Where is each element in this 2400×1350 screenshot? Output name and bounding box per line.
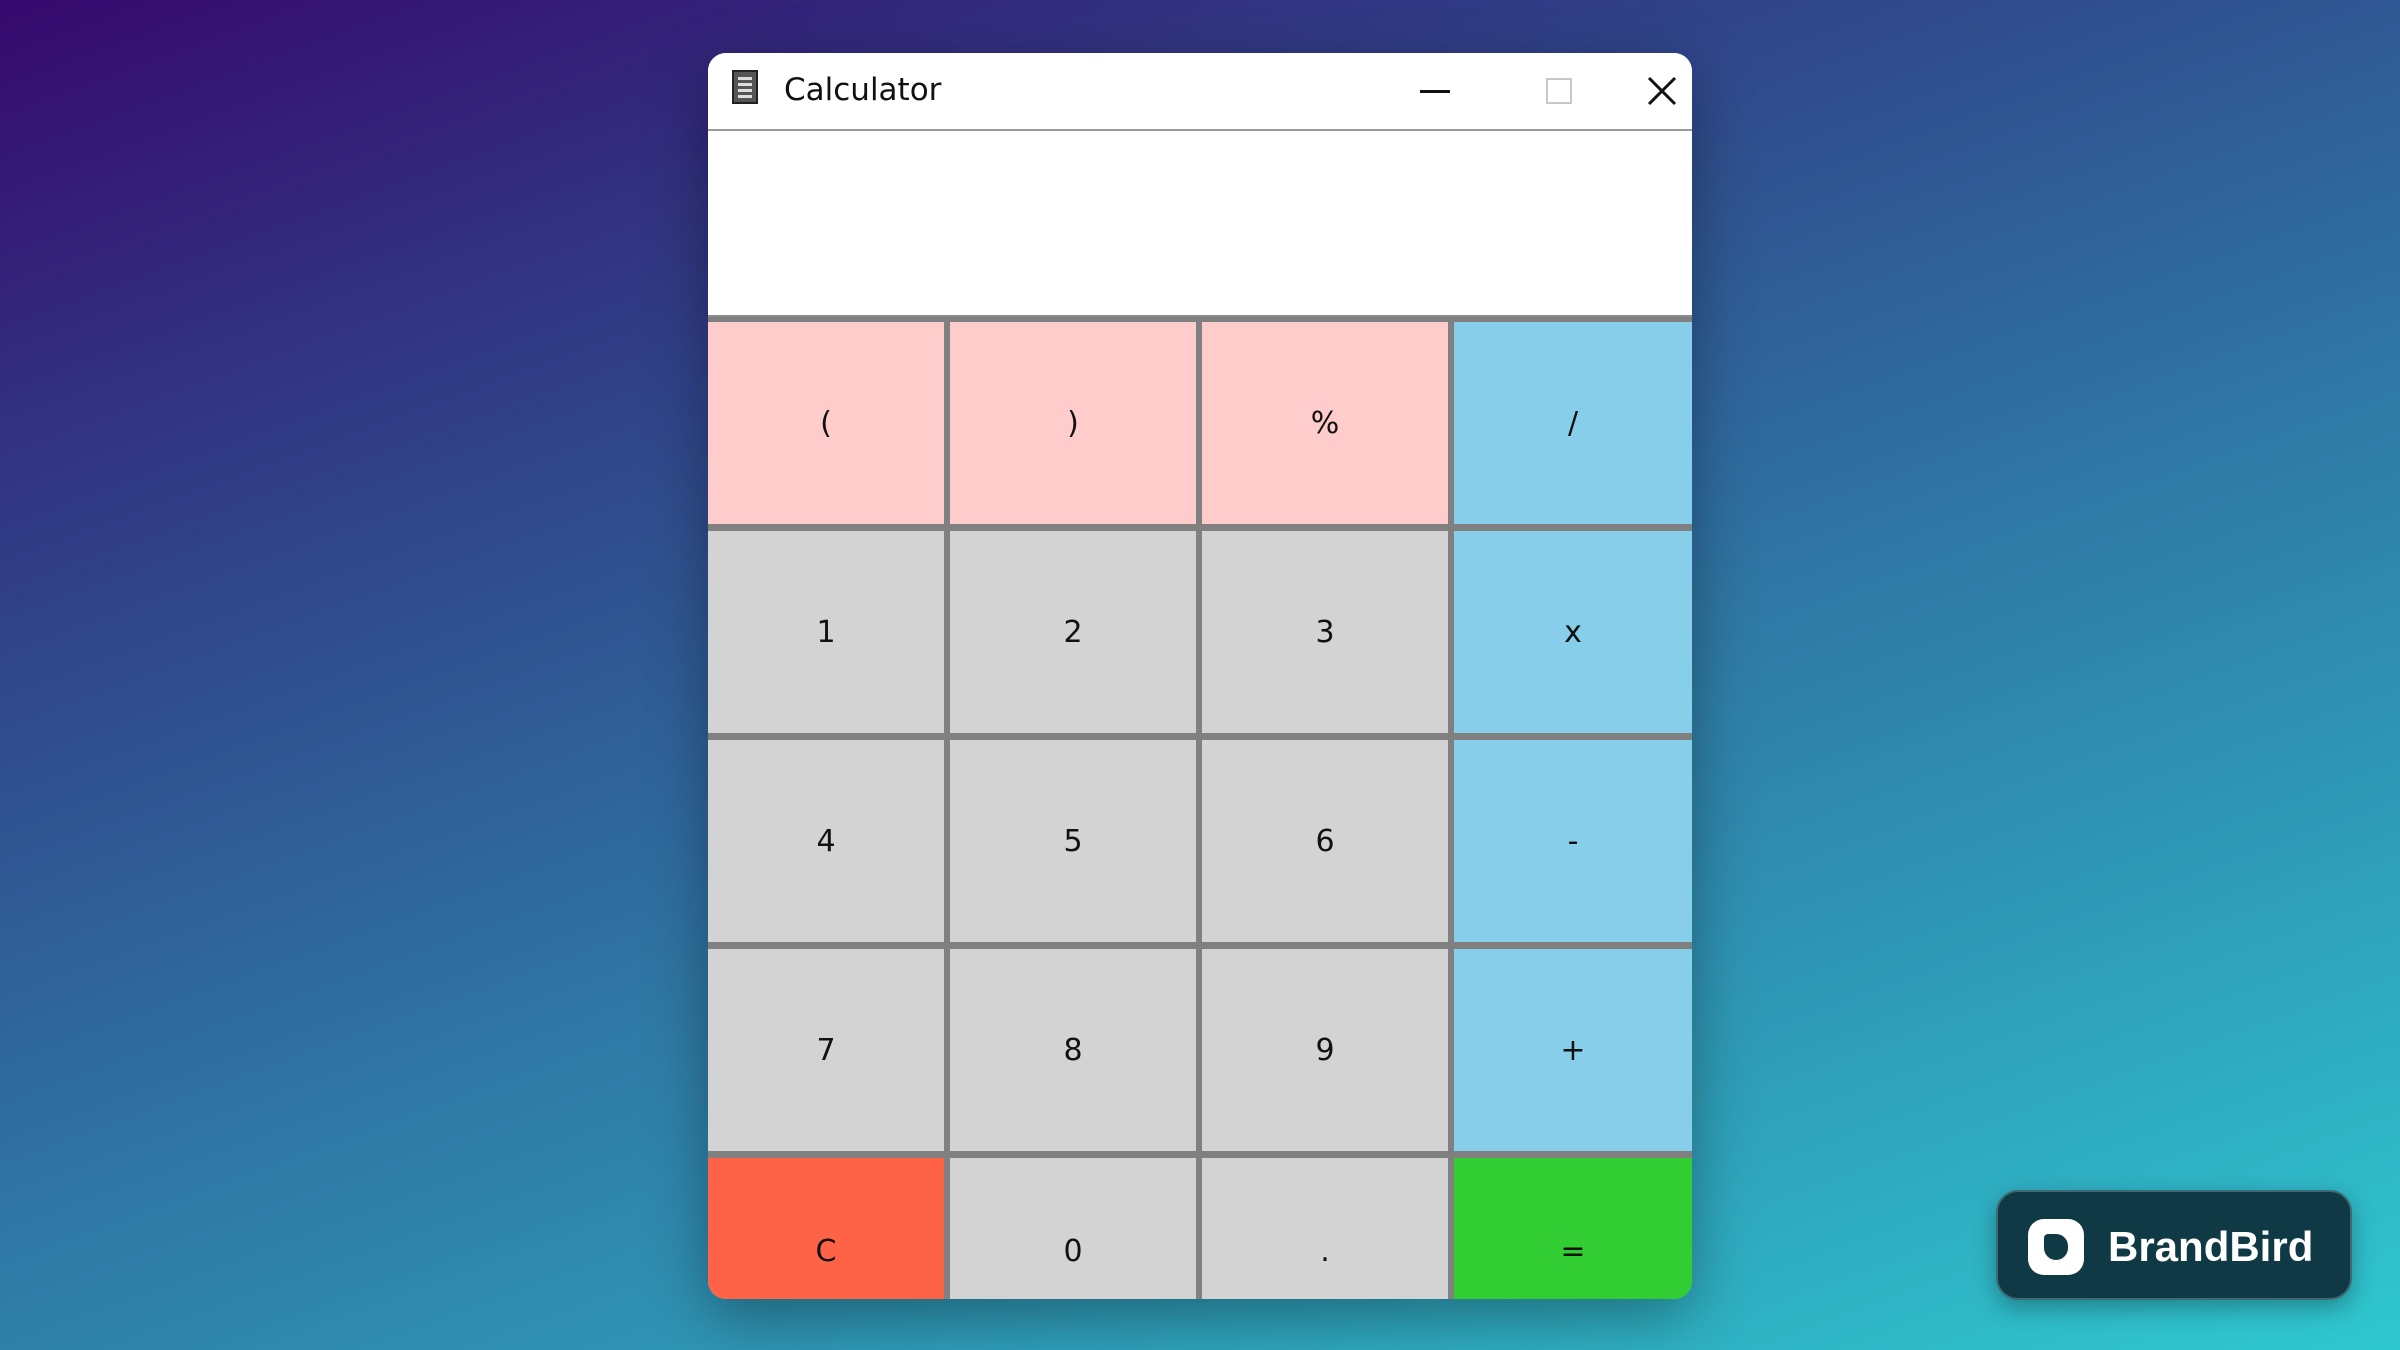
digit-6-button[interactable]: 6 (1202, 740, 1448, 942)
calculator-icon (732, 70, 758, 104)
multiply-button[interactable]: x (1454, 531, 1692, 733)
open-paren-button[interactable]: ( (708, 322, 944, 524)
title-bar[interactable]: Calculator (708, 53, 1692, 131)
subtract-button[interactable]: - (1454, 740, 1692, 942)
close-button[interactable] (1632, 53, 1692, 129)
digit-7-button[interactable]: 7 (708, 949, 944, 1151)
equals-button[interactable]: = (1454, 1158, 1692, 1299)
brandbird-logo-icon (2028, 1219, 2084, 1275)
digit-4-button[interactable]: 4 (708, 740, 944, 942)
minimize-button[interactable] (1380, 53, 1490, 129)
maximize-icon (1546, 78, 1572, 104)
digit-8-button[interactable]: 8 (950, 949, 1196, 1151)
brandbird-watermark: BrandBird (1996, 1190, 2352, 1300)
calculator-window: Calculator ()%/ 1 2 3 x 4 5 6- 7 8 9 + C 0. = (708, 53, 1692, 1299)
decimal-point-button[interactable]: . (1202, 1158, 1448, 1299)
digit-1-button[interactable]: 1 (708, 531, 944, 733)
percent-button[interactable]: % (1202, 322, 1448, 524)
close-paren-button[interactable]: ) (950, 322, 1196, 524)
add-button[interactable]: + (1454, 949, 1692, 1151)
result-display[interactable] (708, 131, 1692, 317)
digit-9-button[interactable]: 9 (1202, 949, 1448, 1151)
minimize-icon (1420, 89, 1450, 93)
digit-0-button[interactable]: 0 (950, 1158, 1196, 1299)
digit-3-button[interactable]: 3 (1202, 531, 1448, 733)
digit-5-button[interactable]: 5 (950, 740, 1196, 942)
close-icon (1647, 76, 1677, 106)
digit-2-button[interactable]: 2 (950, 531, 1196, 733)
maximize-button[interactable] (1504, 53, 1614, 129)
clear-button[interactable]: C (708, 1158, 944, 1299)
brandbird-label: BrandBird (2108, 1223, 2314, 1270)
keypad: ()%/ 1 2 3 x 4 5 6- 7 8 9 + C 0. = (708, 317, 1692, 1299)
window-title: Calculator (784, 72, 942, 108)
divide-button[interactable]: / (1454, 322, 1692, 524)
